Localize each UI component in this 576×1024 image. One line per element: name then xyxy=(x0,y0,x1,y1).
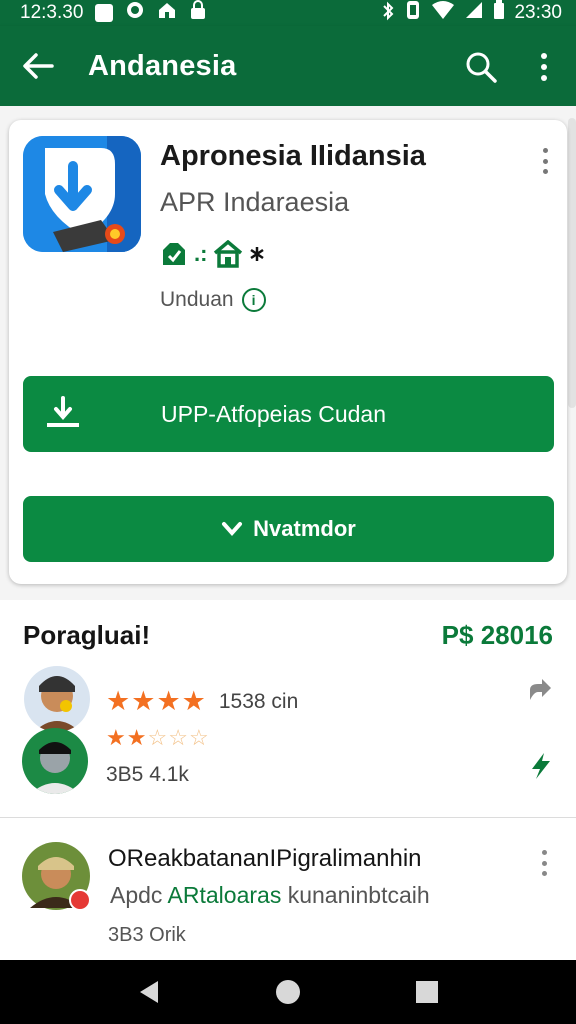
app-detail-card: Apronesia IIidansia APR Indaraesia .: Un… xyxy=(9,120,567,584)
overflow-menu-button[interactable] xyxy=(524,44,564,90)
list-item-title[interactable]: OReakbatananIPigralimanhin xyxy=(108,845,422,873)
download-app-icon xyxy=(23,136,141,252)
star-icon: ★ xyxy=(131,686,156,716)
square-recents-icon xyxy=(415,981,438,1003)
whatsapp-icon xyxy=(125,0,145,26)
dot-icon xyxy=(541,53,547,59)
triangle-back-icon xyxy=(140,981,159,1003)
dot-icon xyxy=(541,850,547,855)
badge-text: .: xyxy=(194,241,208,266)
home-icon xyxy=(157,0,177,26)
search-button[interactable] xyxy=(458,44,504,90)
editors-choice-icon xyxy=(163,243,185,265)
list-item-subtitle: Apdc ARtaloaras kunaninbtcaih xyxy=(110,882,430,909)
status-bar: 12:3.30 23:30 xyxy=(0,0,576,26)
list-item-meta: 3B3 Orik xyxy=(108,924,186,946)
subtitle-rest: kunaninbtcaih xyxy=(281,882,430,908)
dot-icon xyxy=(542,158,548,164)
status-time-right: 23:30 xyxy=(514,2,562,23)
dot-icon xyxy=(541,860,547,866)
card-overflow-button[interactable] xyxy=(537,146,553,176)
app-bar: Andanesia xyxy=(0,26,576,106)
battery-icon xyxy=(493,0,505,26)
home-icon xyxy=(214,240,243,268)
share-icon xyxy=(530,679,551,700)
downloads-info: Unduan i xyxy=(160,288,266,312)
app-badges: .: xyxy=(160,240,265,268)
chevron-down-icon xyxy=(222,522,243,537)
star-icon: ★ xyxy=(181,686,206,716)
subtitle-prefix: Apdc xyxy=(110,882,168,908)
app-title: Apronesia IIidansia xyxy=(160,140,426,172)
install-button-label: UPP-Atfopeias Cudan xyxy=(161,400,387,427)
status-time: 12:3.30 xyxy=(20,2,84,23)
review-count: 1538 cin xyxy=(218,689,299,713)
vibrate-icon xyxy=(404,0,422,26)
nav-back-button[interactable] xyxy=(129,972,169,1012)
scrollbar[interactable] xyxy=(568,118,576,408)
section-price: P$ 28016 xyxy=(441,620,553,650)
star-outline-icon: ☆ xyxy=(188,725,209,750)
share-button[interactable] xyxy=(522,672,558,708)
search-icon xyxy=(466,52,497,83)
circle-home-icon xyxy=(275,980,300,1004)
signal-icon xyxy=(464,0,484,26)
star-outline-icon: ☆ xyxy=(147,725,168,750)
rating-row-2: ★ ★ ☆ ☆ ☆ xyxy=(106,727,209,749)
star-icon: ★ xyxy=(106,686,131,716)
dot-icon xyxy=(542,169,548,174)
wifi-icon xyxy=(431,0,455,26)
arrow-left-icon xyxy=(23,53,54,79)
info-icon[interactable]: i xyxy=(241,288,266,312)
asterisk-icon xyxy=(250,247,265,261)
section-title: Poragluai! xyxy=(23,620,151,650)
lock-icon xyxy=(189,0,207,26)
dot-icon xyxy=(541,64,547,70)
secondary-button-label: Nvatmdor xyxy=(253,516,356,541)
flash-button[interactable] xyxy=(522,748,558,784)
subtitle-accent: ARtaloaras xyxy=(167,882,282,908)
star-icon: ★ xyxy=(106,725,126,750)
avatar[interactable] xyxy=(24,666,90,732)
install-button[interactable]: UPP-Atfopeias Cudan xyxy=(23,376,554,452)
review-size: 3B5 4.1k xyxy=(106,763,189,786)
downloads-label: Unduan xyxy=(160,288,234,311)
page-title: Andanesia xyxy=(88,49,237,82)
rating-row-1: ★ ★ ★ ★ 1538 cin xyxy=(106,688,298,715)
star-outline-icon: ☆ xyxy=(168,725,188,750)
star-icon: ★ xyxy=(126,725,147,750)
bluetooth-icon xyxy=(381,1,395,25)
avatar[interactable] xyxy=(22,728,88,794)
star-icon: ★ xyxy=(156,686,181,716)
app-icon[interactable] xyxy=(23,136,141,252)
divider xyxy=(0,817,576,818)
image-icon xyxy=(95,4,114,22)
system-nav-bar xyxy=(0,960,576,1024)
dot-icon xyxy=(542,148,548,153)
nav-home-button[interactable] xyxy=(268,972,308,1012)
avatar[interactable] xyxy=(22,842,92,912)
app-developer[interactable]: APR Indaraesia xyxy=(160,187,349,218)
dot-icon xyxy=(541,871,547,876)
nav-recents-button[interactable] xyxy=(407,972,447,1012)
lightning-icon xyxy=(532,753,550,779)
secondary-button[interactable]: Nvatmdor xyxy=(23,496,554,562)
dot-icon xyxy=(541,75,547,81)
reviewer-avatars xyxy=(22,666,92,794)
back-button[interactable] xyxy=(0,26,72,106)
download-icon xyxy=(23,376,93,452)
list-item-overflow-button[interactable] xyxy=(536,848,552,878)
